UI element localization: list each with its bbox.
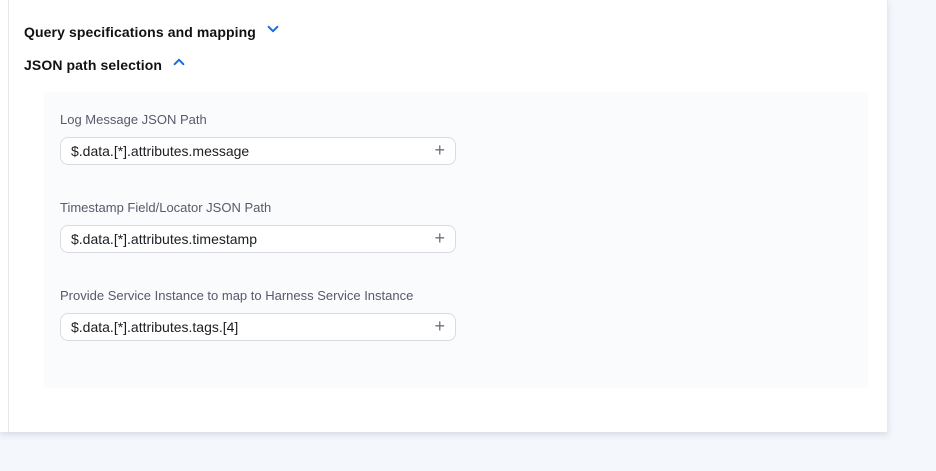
timestamp-json-path-input[interactable] xyxy=(71,231,430,247)
field-log-message-json-path: Log Message JSON Path + xyxy=(60,112,852,165)
plus-icon[interactable]: + xyxy=(430,317,449,337)
field-label: Log Message JSON Path xyxy=(60,112,852,127)
chevron-up-icon[interactable] xyxy=(172,55,186,74)
log-message-json-path-input[interactable] xyxy=(71,143,430,159)
chevron-down-icon[interactable] xyxy=(266,22,280,41)
config-card: Query specifications and mapping JSON pa… xyxy=(0,0,888,432)
field-service-instance-json-path: Provide Service Instance to map to Harne… xyxy=(60,288,852,341)
section-header-json-path-selection[interactable]: JSON path selection xyxy=(24,55,186,74)
field-timestamp-json-path: Timestamp Field/Locator JSON Path + xyxy=(60,200,852,253)
service-instance-json-path-field[interactable]: + xyxy=(60,313,456,341)
service-instance-json-path-input[interactable] xyxy=(71,319,430,335)
plus-icon[interactable]: + xyxy=(430,141,449,161)
card-left-divider xyxy=(8,0,9,432)
log-message-json-path-field[interactable]: + xyxy=(60,137,456,165)
section-title: JSON path selection xyxy=(24,57,162,73)
section-header-query-specifications[interactable]: Query specifications and mapping xyxy=(24,22,280,41)
field-label: Timestamp Field/Locator JSON Path xyxy=(60,200,852,215)
section-title: Query specifications and mapping xyxy=(24,24,256,40)
plus-icon[interactable]: + xyxy=(430,229,449,249)
json-path-selection-panel: Log Message JSON Path + Timestamp Field/… xyxy=(44,92,868,388)
timestamp-json-path-field[interactable]: + xyxy=(60,225,456,253)
field-label: Provide Service Instance to map to Harne… xyxy=(60,288,852,303)
